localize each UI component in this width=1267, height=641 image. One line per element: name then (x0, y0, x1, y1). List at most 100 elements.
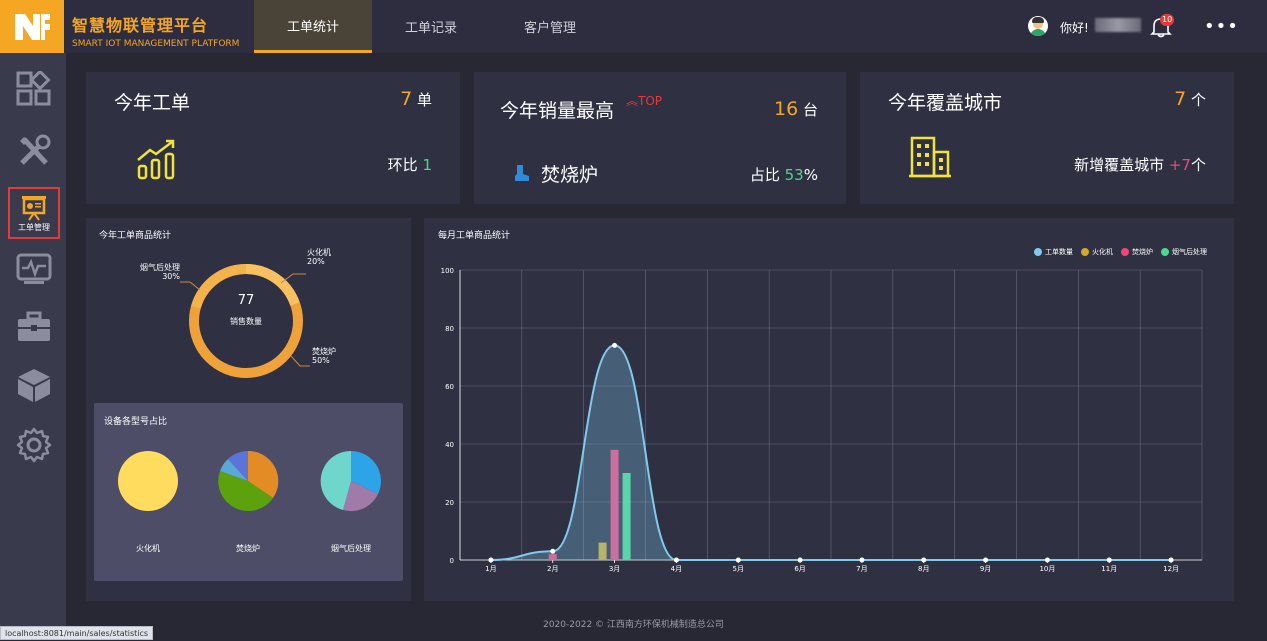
y-tick-label: 0 (450, 557, 454, 565)
browser-status-url: localhost:8081/main/sales/statistics (0, 626, 154, 640)
stat-unit: 台 (802, 101, 818, 119)
stat-new-cities: 新增覆盖城市 +7个 (1074, 154, 1206, 175)
stat-unit: 单 (416, 91, 432, 109)
app-logo[interactable] (0, 0, 64, 53)
line-point (1168, 557, 1174, 563)
sidebar-item-monitor[interactable] (8, 243, 60, 295)
line-point (488, 557, 494, 563)
x-tick-label: 3月 (609, 565, 620, 573)
x-tick-label: 8月 (918, 565, 929, 573)
stat-title: 今年覆盖城市 (888, 92, 1003, 114)
sidebar-item-order-management[interactable]: 工单管理 (8, 187, 60, 239)
stat-value-group: 7 个 (1174, 88, 1206, 110)
user-name-blurred (1095, 18, 1141, 32)
brand-subtitle: SMART IOT MANAGEMENT PLATFORM (72, 39, 240, 49)
sidebar-item-tools[interactable] (8, 125, 60, 177)
donut-label-flue-gas: 烟气后处理 30% (122, 263, 180, 281)
x-tick-label: 1月 (485, 565, 496, 573)
sidebar-item-settings[interactable] (8, 419, 60, 471)
stat-value-group: 7 单 (400, 88, 432, 110)
stat-title: 今年工单 (114, 92, 191, 114)
tab-customer-management[interactable]: 客户管理 (490, 0, 610, 53)
y-tick-label: 20 (445, 499, 454, 507)
stat-value-group: 16 台 (774, 98, 818, 120)
line-point (1044, 557, 1050, 563)
donut-label-incinerator: 焚烧炉 50% (312, 347, 336, 365)
pie-label: 火化机 (136, 544, 160, 553)
stat-new-cities-unit: 个 (1190, 156, 1206, 174)
stat-unit: 个 (1190, 91, 1206, 109)
donut-label-pct: 50% (312, 356, 330, 365)
chart-growth-icon (137, 139, 175, 180)
x-tick-label: 2月 (547, 565, 558, 573)
stat-share-value: 53 (784, 166, 804, 184)
donut-label-pct: 20% (307, 257, 325, 266)
sidebar-item-label: 工单管理 (18, 223, 50, 232)
product-stats-panel: 今年工单商品统计 77 销售数量 火化机 20% 烟气后处理 30% 焚烧炉 5… (86, 218, 411, 601)
user-greeting: 你好! (1060, 21, 1089, 35)
line-point (797, 557, 803, 563)
y-tick-label: 80 (445, 325, 454, 333)
line-point (983, 557, 989, 563)
line-point (1106, 557, 1112, 563)
x-tick-label: 5月 (733, 565, 744, 573)
donut-center-label: 销售数量 (230, 317, 262, 326)
sidebar-item-products[interactable] (8, 359, 60, 411)
line-point (921, 557, 927, 563)
monthly-chart-panel: 每月工单商品统计 工单数量 火化机 焚烧炉 烟气后处理 0 20 40 60 80 100 1月 2… (424, 218, 1234, 601)
stat-card-orders: 今年工单 7 单 环比 1 (86, 72, 460, 204)
tab-order-statistics[interactable]: 工单统计 (254, 0, 372, 53)
stat-value: 16 (774, 98, 799, 120)
footer-copyright: 2020-2022 © 江西南方环保机械制造总公司 (543, 620, 724, 630)
stat-share: 占比 53% (750, 164, 818, 185)
grid-icon (16, 71, 51, 106)
stat-share-label: 占比 (749, 166, 780, 184)
sidebar-item-toolbox[interactable] (8, 301, 60, 353)
line-point (859, 557, 865, 563)
user-avatar[interactable] (1028, 16, 1048, 36)
more-menu-icon[interactable]: ••• (1204, 16, 1239, 37)
x-tick-label: 12月 (1163, 565, 1179, 573)
presentation-board-icon (22, 196, 46, 221)
notification-bell[interactable]: 10 (1150, 14, 1175, 38)
y-tick-label: 100 (441, 267, 454, 275)
y-tick-label: 40 (445, 441, 454, 449)
nf-logo-icon (15, 13, 50, 40)
x-tick-label: 4月 (671, 565, 682, 573)
donut-label-name: 焚烧炉 (312, 347, 336, 356)
donut-label-pct: 30% (162, 272, 180, 281)
donut-label-cremator: 火化机 20% (307, 248, 331, 266)
stat-new-cities-value: +7 (1168, 156, 1191, 174)
model-pies (118, 450, 381, 512)
y-tick-label: 60 (445, 383, 454, 391)
tools-icon (20, 134, 51, 165)
donut-label-name: 烟气后处理 (140, 263, 180, 272)
boot-icon (515, 165, 529, 181)
model-ratio-title: 设备各型号占比 (104, 417, 168, 427)
top-badge-label: TOP (638, 94, 663, 108)
donut-center-value: 77 (237, 293, 255, 308)
gear-icon (16, 427, 52, 463)
stat-value: 7 (400, 88, 413, 110)
top-product-name: 焚烧炉 (541, 164, 599, 186)
top-header: 智慧物联管理平台 SMART IOT MANAGEMENT PLATFORM 工… (0, 0, 1267, 53)
top-badge: ︽TOP (626, 92, 662, 109)
stat-compare-value: 1 (422, 156, 432, 174)
stat-value: 7 (1174, 88, 1187, 110)
stat-compare: 环比 1 (388, 154, 432, 175)
cube-icon (18, 369, 50, 402)
x-tick-label: 9月 (980, 565, 991, 573)
line-point (735, 557, 741, 563)
x-tick-label: 7月 (856, 565, 867, 573)
sidebar-item-dashboard[interactable] (8, 63, 60, 115)
pie-label: 烟气后处理 (331, 544, 371, 553)
sidebar: 工单管理 (0, 53, 66, 640)
stat-new-cities-label: 新增覆盖城市 (1074, 156, 1165, 174)
tab-order-records[interactable]: 工单记录 (372, 0, 490, 53)
line-point (673, 557, 679, 563)
donut-label-name: 火化机 (307, 248, 331, 257)
stat-title: 今年销量最高 (500, 100, 615, 122)
x-tick-label: 11月 (1101, 565, 1117, 573)
stat-share-unit: % (803, 166, 818, 184)
brand: 智慧物联管理平台 SMART IOT MANAGEMENT PLATFORM (72, 12, 239, 49)
